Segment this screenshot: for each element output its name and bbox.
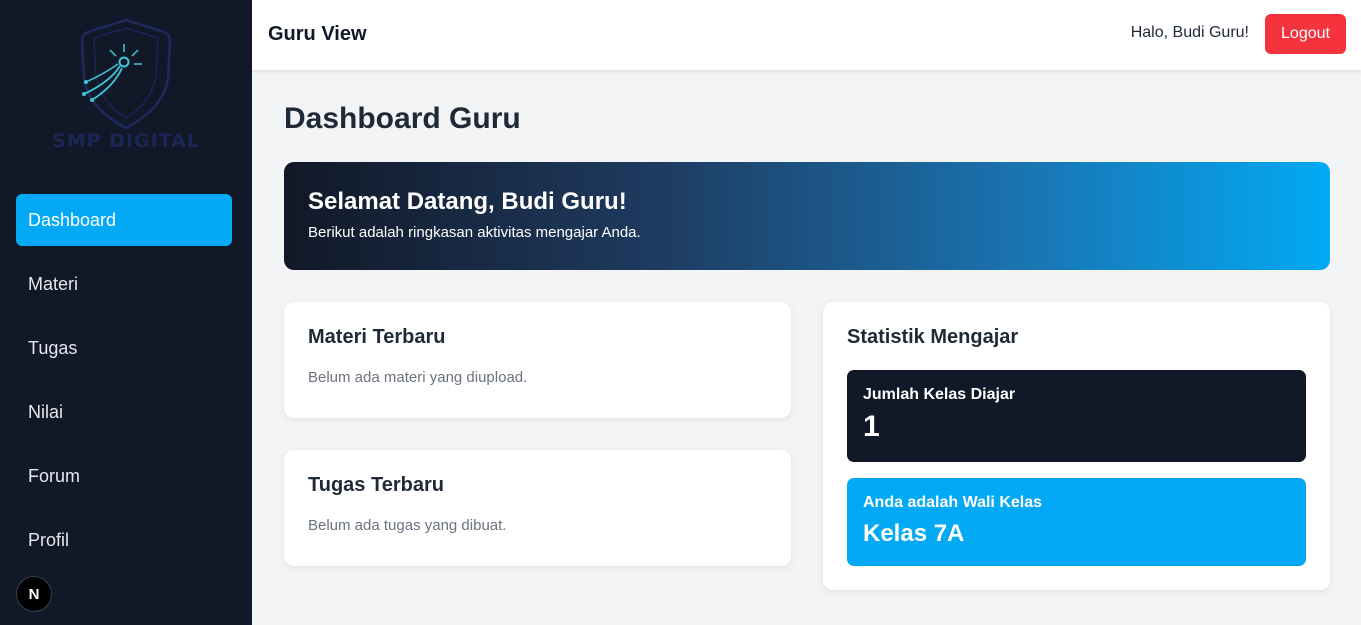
welcome-subtitle: Berikut adalah ringkasan aktivitas menga… [308, 224, 641, 241]
sidebar-item-forum[interactable]: Forum [16, 450, 232, 502]
teaching-stats-title: Statistik Mengajar [847, 326, 1019, 348]
classes-taught-label: Jumlah Kelas Diajar [863, 386, 1016, 403]
latest-materials-title: Materi Terbaru [308, 326, 446, 348]
sidebar-item-tugas[interactable]: Tugas [16, 322, 232, 374]
sidebar: SMP DIGITAL Dashboard Materi Tugas Nilai… [0, 0, 252, 625]
sidebar-nav: Dashboard Materi Tugas Nilai Forum Profi… [16, 194, 232, 578]
school-logo: SMP DIGITAL [48, 16, 204, 156]
welcome-banner: Selamat Datang, Budi Guru! Berikut adala… [284, 162, 1330, 270]
latest-assignments-empty: Belum ada tugas yang dibuat. [308, 517, 507, 534]
classes-taught-box: Jumlah Kelas Diajar 1 [847, 370, 1306, 462]
sidebar-item-profil[interactable]: Profil [16, 514, 232, 566]
page-title: Dashboard Guru [284, 102, 521, 135]
classes-taught-value: 1 [863, 410, 880, 443]
top-header: Guru View Halo, Budi Guru! Logout [252, 0, 1361, 70]
latest-materials-empty: Belum ada materi yang diupload. [308, 369, 528, 386]
logout-button[interactable]: Logout [1265, 14, 1346, 54]
app-title: Guru View [268, 23, 367, 45]
sidebar-item-nilai[interactable]: Nilai [16, 386, 232, 438]
brand-name: SMP DIGITAL [52, 130, 200, 152]
nextjs-badge-icon[interactable]: N [16, 576, 52, 612]
homeroom-box: Anda adalah Wali Kelas Kelas 7A [847, 478, 1306, 566]
sidebar-item-dashboard[interactable]: Dashboard [16, 194, 232, 246]
welcome-title: Selamat Datang, Budi Guru! [308, 188, 627, 215]
homeroom-label: Anda adalah Wali Kelas [863, 494, 1043, 511]
homeroom-value: Kelas 7A [863, 520, 965, 547]
user-greeting: Halo, Budi Guru! [1130, 24, 1249, 41]
latest-assignments-card: Tugas Terbaru Belum ada tugas yang dibua… [284, 450, 791, 566]
latest-materials-card: Materi Terbaru Belum ada materi yang diu… [284, 302, 791, 418]
latest-assignments-title: Tugas Terbaru [308, 474, 444, 496]
teaching-stats-card: Statistik Mengajar Jumlah Kelas Diajar 1… [823, 302, 1330, 590]
sidebar-item-materi[interactable]: Materi [16, 258, 232, 310]
